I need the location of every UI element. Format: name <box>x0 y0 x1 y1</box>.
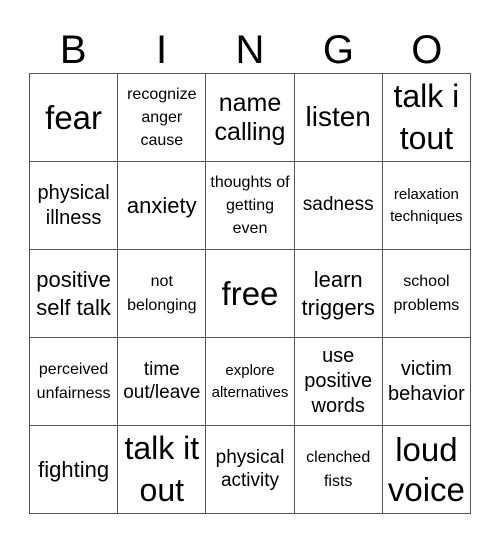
bingo-cell[interactable]: time out/leave <box>118 338 207 426</box>
bingo-cell[interactable]: learn triggers <box>294 250 383 338</box>
bingo-cell[interactable]: talk it out <box>118 426 207 514</box>
header-letter-g: G <box>322 28 354 72</box>
bingo-cell[interactable]: fighting <box>30 426 119 514</box>
header-letter-i: I <box>156 28 168 72</box>
bingo-cell[interactable]: clenched fists <box>294 426 383 514</box>
bingo-cell[interactable]: relaxation techniques <box>382 162 471 250</box>
bingo-grid: fear recognize anger cause name calling … <box>29 73 471 514</box>
bingo-cell[interactable]: physical illness <box>30 162 119 250</box>
header-letter-b: B <box>59 28 87 72</box>
bingo-cell[interactable]: talk i tout <box>382 74 471 162</box>
bingo-cell[interactable]: fear <box>30 74 119 162</box>
free-space-cell[interactable]: free <box>206 250 295 338</box>
bingo-cell[interactable]: name calling <box>206 74 295 162</box>
bingo-cell[interactable]: physical activity <box>206 426 295 514</box>
bingo-cell[interactable]: recognize anger cause <box>118 74 207 162</box>
bingo-cell[interactable]: perceived unfairness <box>30 338 119 426</box>
header-letter-n: N <box>235 28 265 72</box>
bingo-cell[interactable]: anxiety <box>118 162 207 250</box>
bingo-header: B I N G O <box>29 28 471 73</box>
bingo-cell[interactable]: listen <box>294 74 383 162</box>
bingo-cell[interactable]: school problems <box>382 250 471 338</box>
bingo-cell[interactable]: explore alternatives <box>206 338 295 426</box>
bingo-cell[interactable]: use positive words <box>294 338 383 426</box>
bingo-cell[interactable]: victim behavior <box>382 338 471 426</box>
bingo-cell[interactable]: not belonging <box>118 250 207 338</box>
bingo-cell[interactable]: positive self talk <box>30 250 119 338</box>
bingo-cell[interactable]: sadness <box>294 162 383 250</box>
bingo-cell[interactable]: thoughts of getting even <box>206 162 295 250</box>
bingo-cell[interactable]: loud voice <box>382 426 471 514</box>
header-letter-o: O <box>411 28 443 72</box>
